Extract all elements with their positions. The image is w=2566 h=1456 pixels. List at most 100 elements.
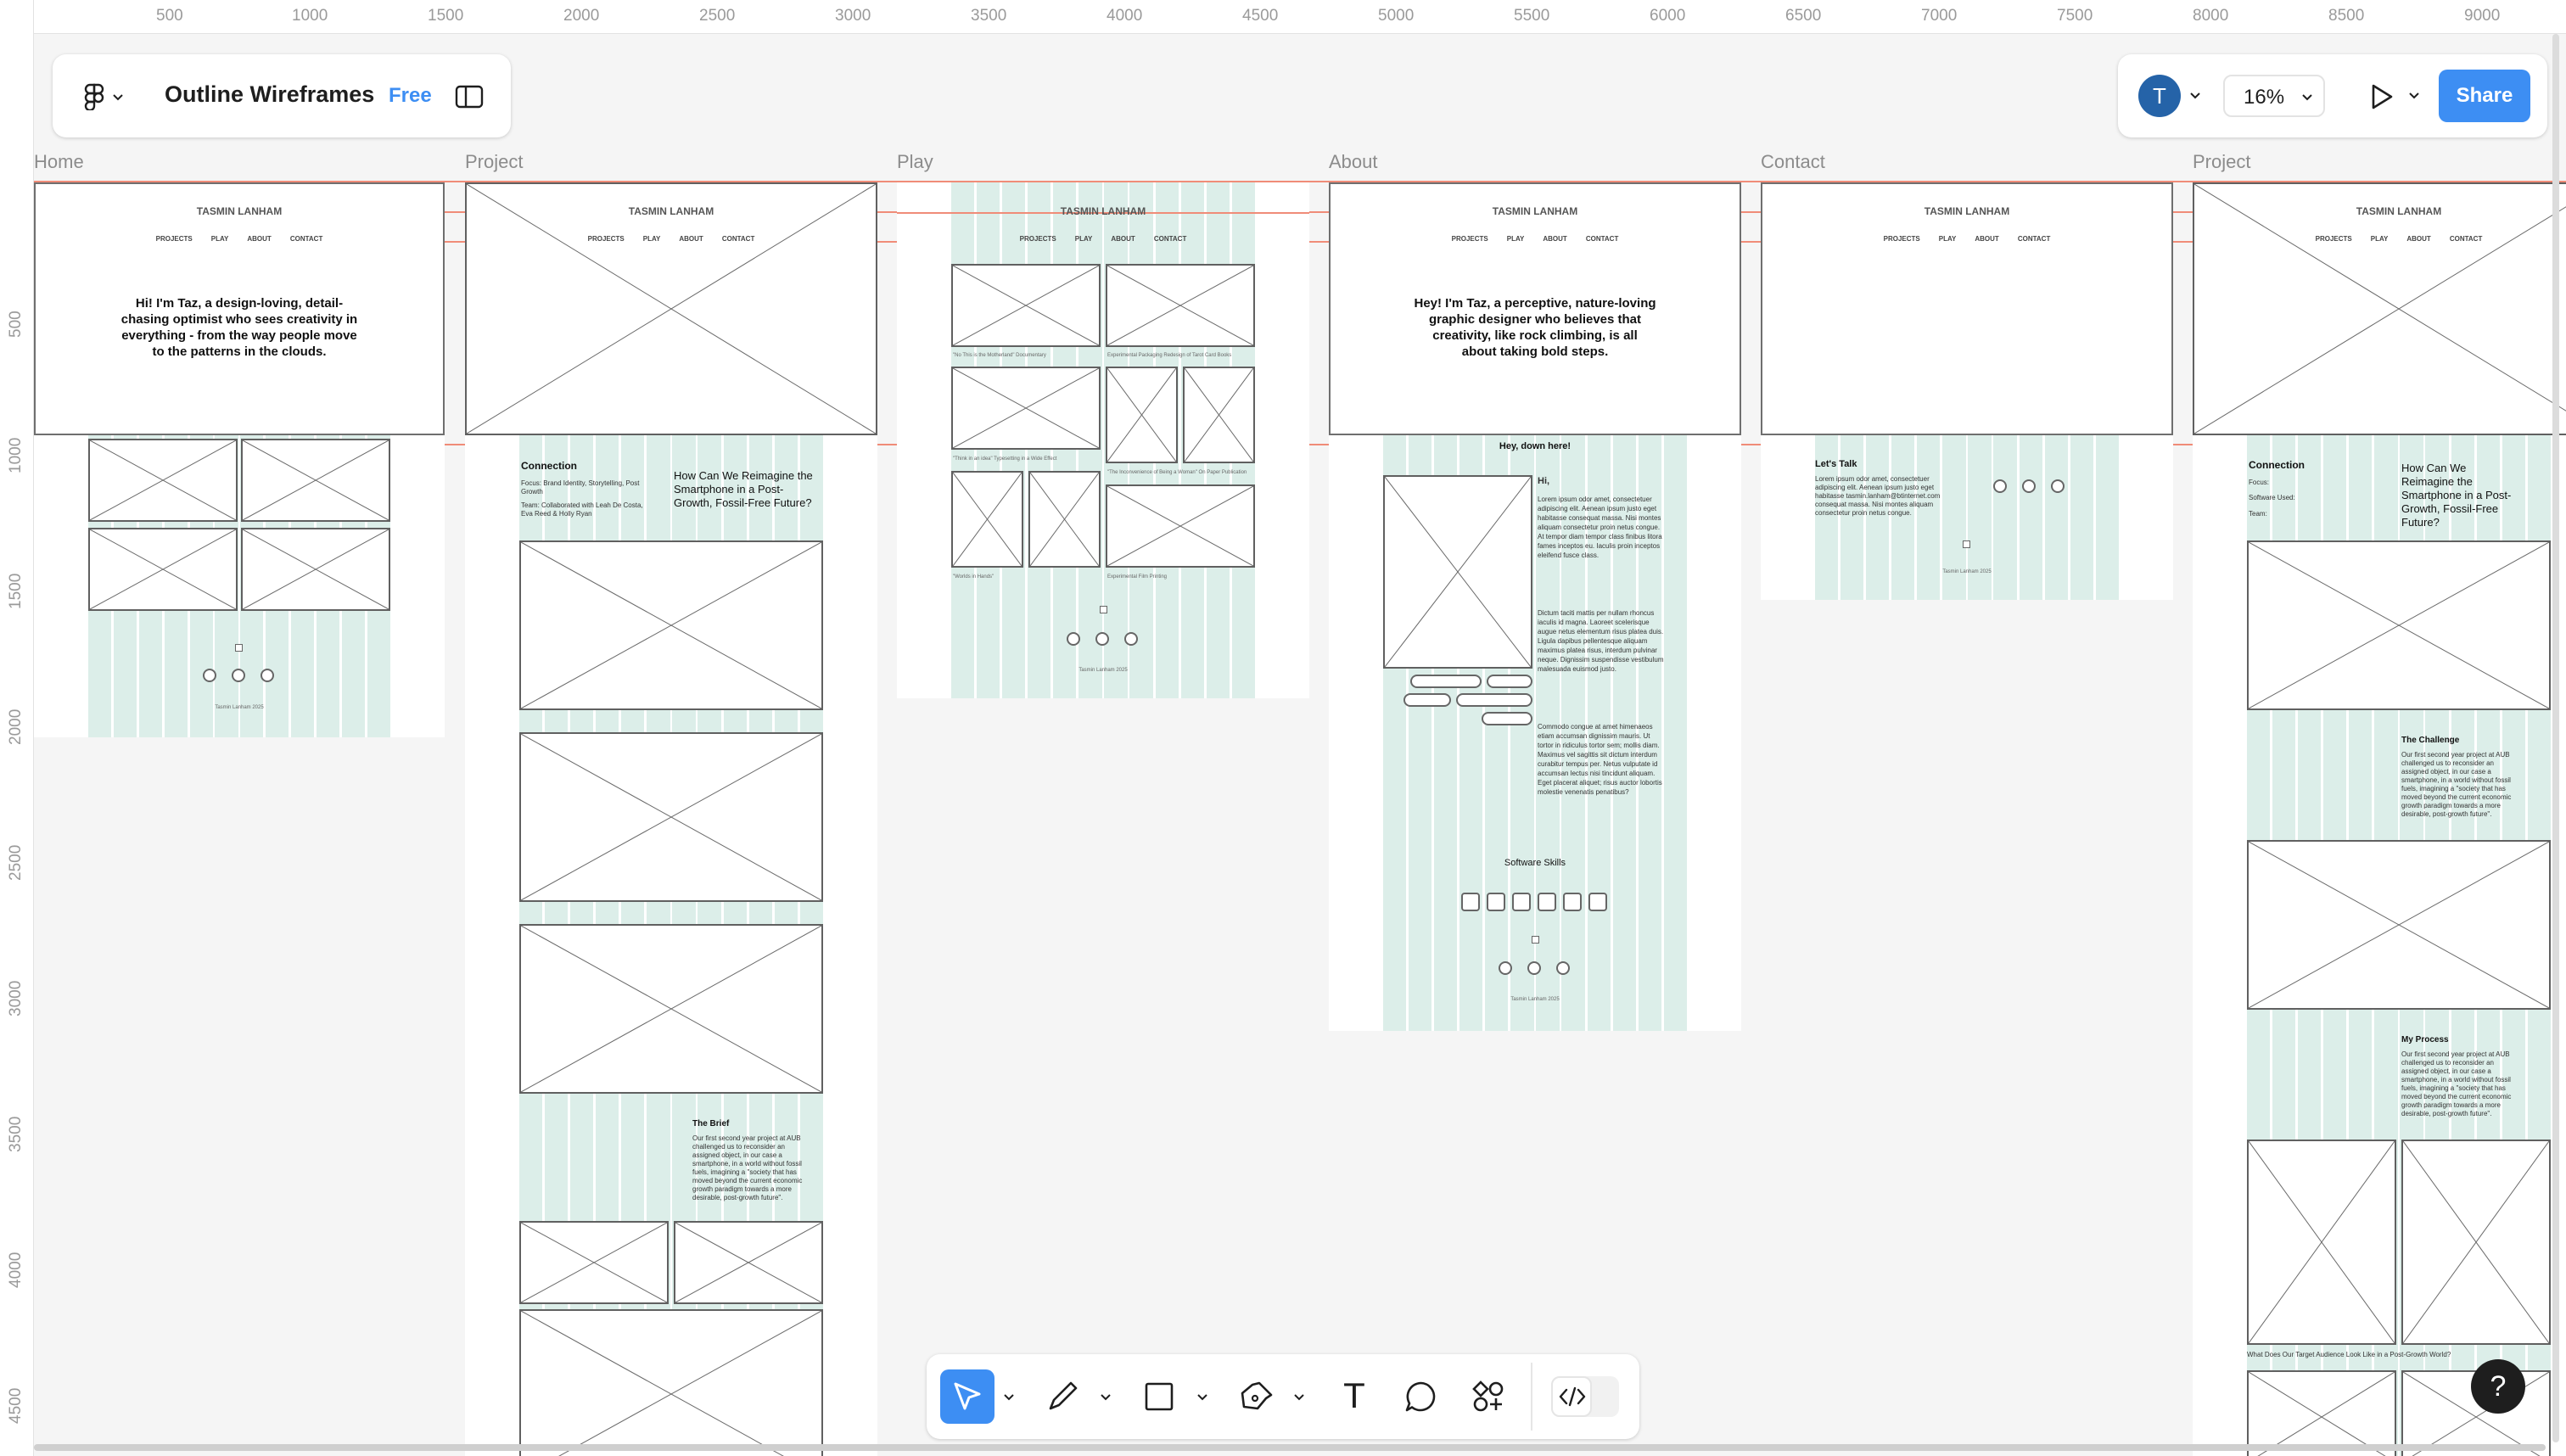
site-brand: TASMIN LANHAM xyxy=(1492,205,1578,217)
ruler-tick: 7000 xyxy=(1921,7,1958,25)
ruler-tick: 8000 xyxy=(2193,7,2229,25)
nav-about: ABOUT xyxy=(1111,235,1135,243)
bottom-toolbar: T xyxy=(927,1354,1639,1439)
placeholder-cross-icon xyxy=(953,368,1099,448)
chevron-down-icon[interactable] xyxy=(2189,92,2201,100)
placeholder-cross-icon xyxy=(2249,842,2549,1008)
ruler-tick: 5500 xyxy=(1514,7,1550,25)
frame-contact[interactable]: TASMIN LANHAM PROJECTS PLAY ABOUT CONTAC… xyxy=(1761,182,2173,600)
vertical-scrollbar[interactable] xyxy=(2552,34,2559,1442)
project-focus: Focus: Brand Identity, Storytelling, Pos… xyxy=(521,479,640,496)
nav-about: ABOUT xyxy=(679,235,703,243)
placeholder-cross-icon xyxy=(1107,368,1176,462)
ruler-tick: 2000 xyxy=(563,7,600,25)
site-brand: TASMIN LANHAM xyxy=(2356,205,2442,217)
frame-home[interactable]: TASMIN LANHAM PROJECTS PLAY ABOUT CONTAC… xyxy=(34,182,445,737)
about-heading: Hey! I'm Taz, a perceptive, nature-lovin… xyxy=(1414,296,1656,359)
site-footer: Tasmin Lanham 2025 xyxy=(1510,997,1560,1002)
placeholder-cross-icon xyxy=(243,529,389,609)
chevron-down-icon[interactable] xyxy=(1293,1393,1305,1402)
frame-label-about[interactable]: About xyxy=(1329,151,1378,173)
horizontal-scrollbar[interactable] xyxy=(34,1444,2546,1451)
placeholder-cross-icon xyxy=(1385,477,1531,667)
ruler-tick: 9000 xyxy=(2464,7,2501,25)
placeholder-cross-icon xyxy=(467,184,876,434)
process-title: My Process xyxy=(2401,1035,2449,1044)
zoom-dropdown[interactable]: 16% xyxy=(2223,75,2325,117)
site-footer: Tasmin Lanham 2025 xyxy=(215,705,264,710)
placeholder-cross-icon xyxy=(90,440,236,520)
frame-label-home[interactable]: Home xyxy=(34,151,84,173)
comment-icon[interactable] xyxy=(1403,1380,1437,1414)
challenge-title: The Challenge xyxy=(2401,736,2460,745)
pencil-icon[interactable] xyxy=(1045,1380,1079,1414)
about-subheading: Hey, down here! xyxy=(1499,441,1572,451)
ruler-tick: 1500 xyxy=(7,573,25,609)
nav-about: ABOUT xyxy=(1975,235,1999,243)
image-placeholder xyxy=(951,367,1101,450)
site-brand: TASMIN LANHAM xyxy=(1060,205,1146,217)
nav-contact: CONTACT xyxy=(1153,235,1187,243)
social-icon xyxy=(1499,961,1512,975)
site-brand: TASMIN LANHAM xyxy=(196,205,283,217)
chevron-down-icon[interactable] xyxy=(2408,92,2420,100)
text-icon[interactable]: T xyxy=(1337,1376,1371,1415)
image-placeholder xyxy=(241,528,390,611)
chevron-down-icon[interactable] xyxy=(1196,1393,1208,1402)
image-placeholder xyxy=(1106,264,1255,347)
pen-icon[interactable] xyxy=(1241,1380,1275,1414)
play-caption: "Think in an idea" Typesetting in a Wide… xyxy=(953,456,1057,462)
frame-label-play[interactable]: Play xyxy=(897,151,933,173)
frame-label-contact[interactable]: Contact xyxy=(1761,151,1825,173)
avatar[interactable]: T xyxy=(2138,75,2181,117)
file-title[interactable]: Outline Wireframes xyxy=(165,81,374,108)
frame-project-2[interactable]: TASMIN LANHAM PROJECTS PLAY ABOUT CONTAC… xyxy=(2193,182,2566,1456)
play-icon[interactable] xyxy=(2369,83,2395,110)
frame-project[interactable]: TASMIN LANHAM PROJECTS PLAY ABOUT CONTAC… xyxy=(465,182,877,1456)
nav-play: PLAY xyxy=(1074,235,1093,243)
ruler-tick: 6000 xyxy=(1650,7,1686,25)
nav-projects: PROJECTS xyxy=(2315,235,2352,243)
frame-play[interactable]: TASMIN LANHAM PROJECTS PLAY ABOUT CONTAC… xyxy=(897,182,1309,698)
move-tool[interactable] xyxy=(940,1369,994,1424)
image-placeholder xyxy=(2401,1140,2551,1345)
ruler-tick: 2500 xyxy=(699,7,736,25)
nav-projects: PROJECTS xyxy=(1883,235,1920,243)
main-menu-button[interactable] xyxy=(83,83,124,112)
ruler-tick: 3500 xyxy=(971,7,1007,25)
shapes-icon[interactable] xyxy=(1471,1380,1505,1414)
project-focus: Focus: xyxy=(2249,479,2270,486)
help-button[interactable]: ? xyxy=(2471,1359,2525,1414)
square-icon[interactable] xyxy=(1144,1381,1174,1412)
placeholder-cross-icon xyxy=(243,440,389,520)
social-icon xyxy=(1993,479,2007,493)
dev-mode-toggle[interactable] xyxy=(1551,1376,1619,1417)
dev-mode-knob xyxy=(1551,1376,1592,1417)
plan-badge[interactable]: Free xyxy=(389,84,432,108)
site-footer: Tasmin Lanham 2025 xyxy=(1079,668,1128,673)
ruler-tick: 2000 xyxy=(7,708,25,745)
image-placeholder xyxy=(519,732,823,902)
placeholder-cross-icon xyxy=(1030,473,1099,566)
ruler-tick: 4000 xyxy=(7,1252,25,1288)
figma-canvas[interactable]: 500 1000 1500 2000 2500 3000 3500 4000 4500 5000 5… xyxy=(0,0,2566,1456)
cursor-icon xyxy=(954,1382,981,1410)
play-caption: Experimental Packaging Redesign of Tarot… xyxy=(1107,353,1232,358)
ruler-tick: 500 xyxy=(7,311,25,338)
frame-label-project-2[interactable]: Project xyxy=(2193,151,2250,173)
ruler-tick: 1000 xyxy=(7,437,25,473)
tag-pill xyxy=(1456,693,1532,707)
share-button[interactable]: Share xyxy=(2439,70,2530,122)
chevron-down-icon[interactable] xyxy=(1100,1393,1112,1402)
zoom-value: 16% xyxy=(2244,86,2285,109)
frame-about[interactable]: TASMIN LANHAM PROJECTS PLAY ABOUT CONTAC… xyxy=(1329,182,1741,1031)
frame-label-project[interactable]: Project xyxy=(465,151,523,173)
social-icon xyxy=(203,669,216,682)
placeholder-cross-icon xyxy=(2403,1141,2549,1343)
placeholder-cross-icon xyxy=(521,926,821,1092)
brief-title: The Brief xyxy=(692,1119,730,1128)
sidebar-toggle-icon[interactable] xyxy=(455,85,484,109)
project-question: How Can We Reimagine the Smartphone in a… xyxy=(674,469,813,509)
image-placeholder xyxy=(519,924,823,1094)
chevron-down-icon[interactable] xyxy=(1003,1393,1015,1402)
